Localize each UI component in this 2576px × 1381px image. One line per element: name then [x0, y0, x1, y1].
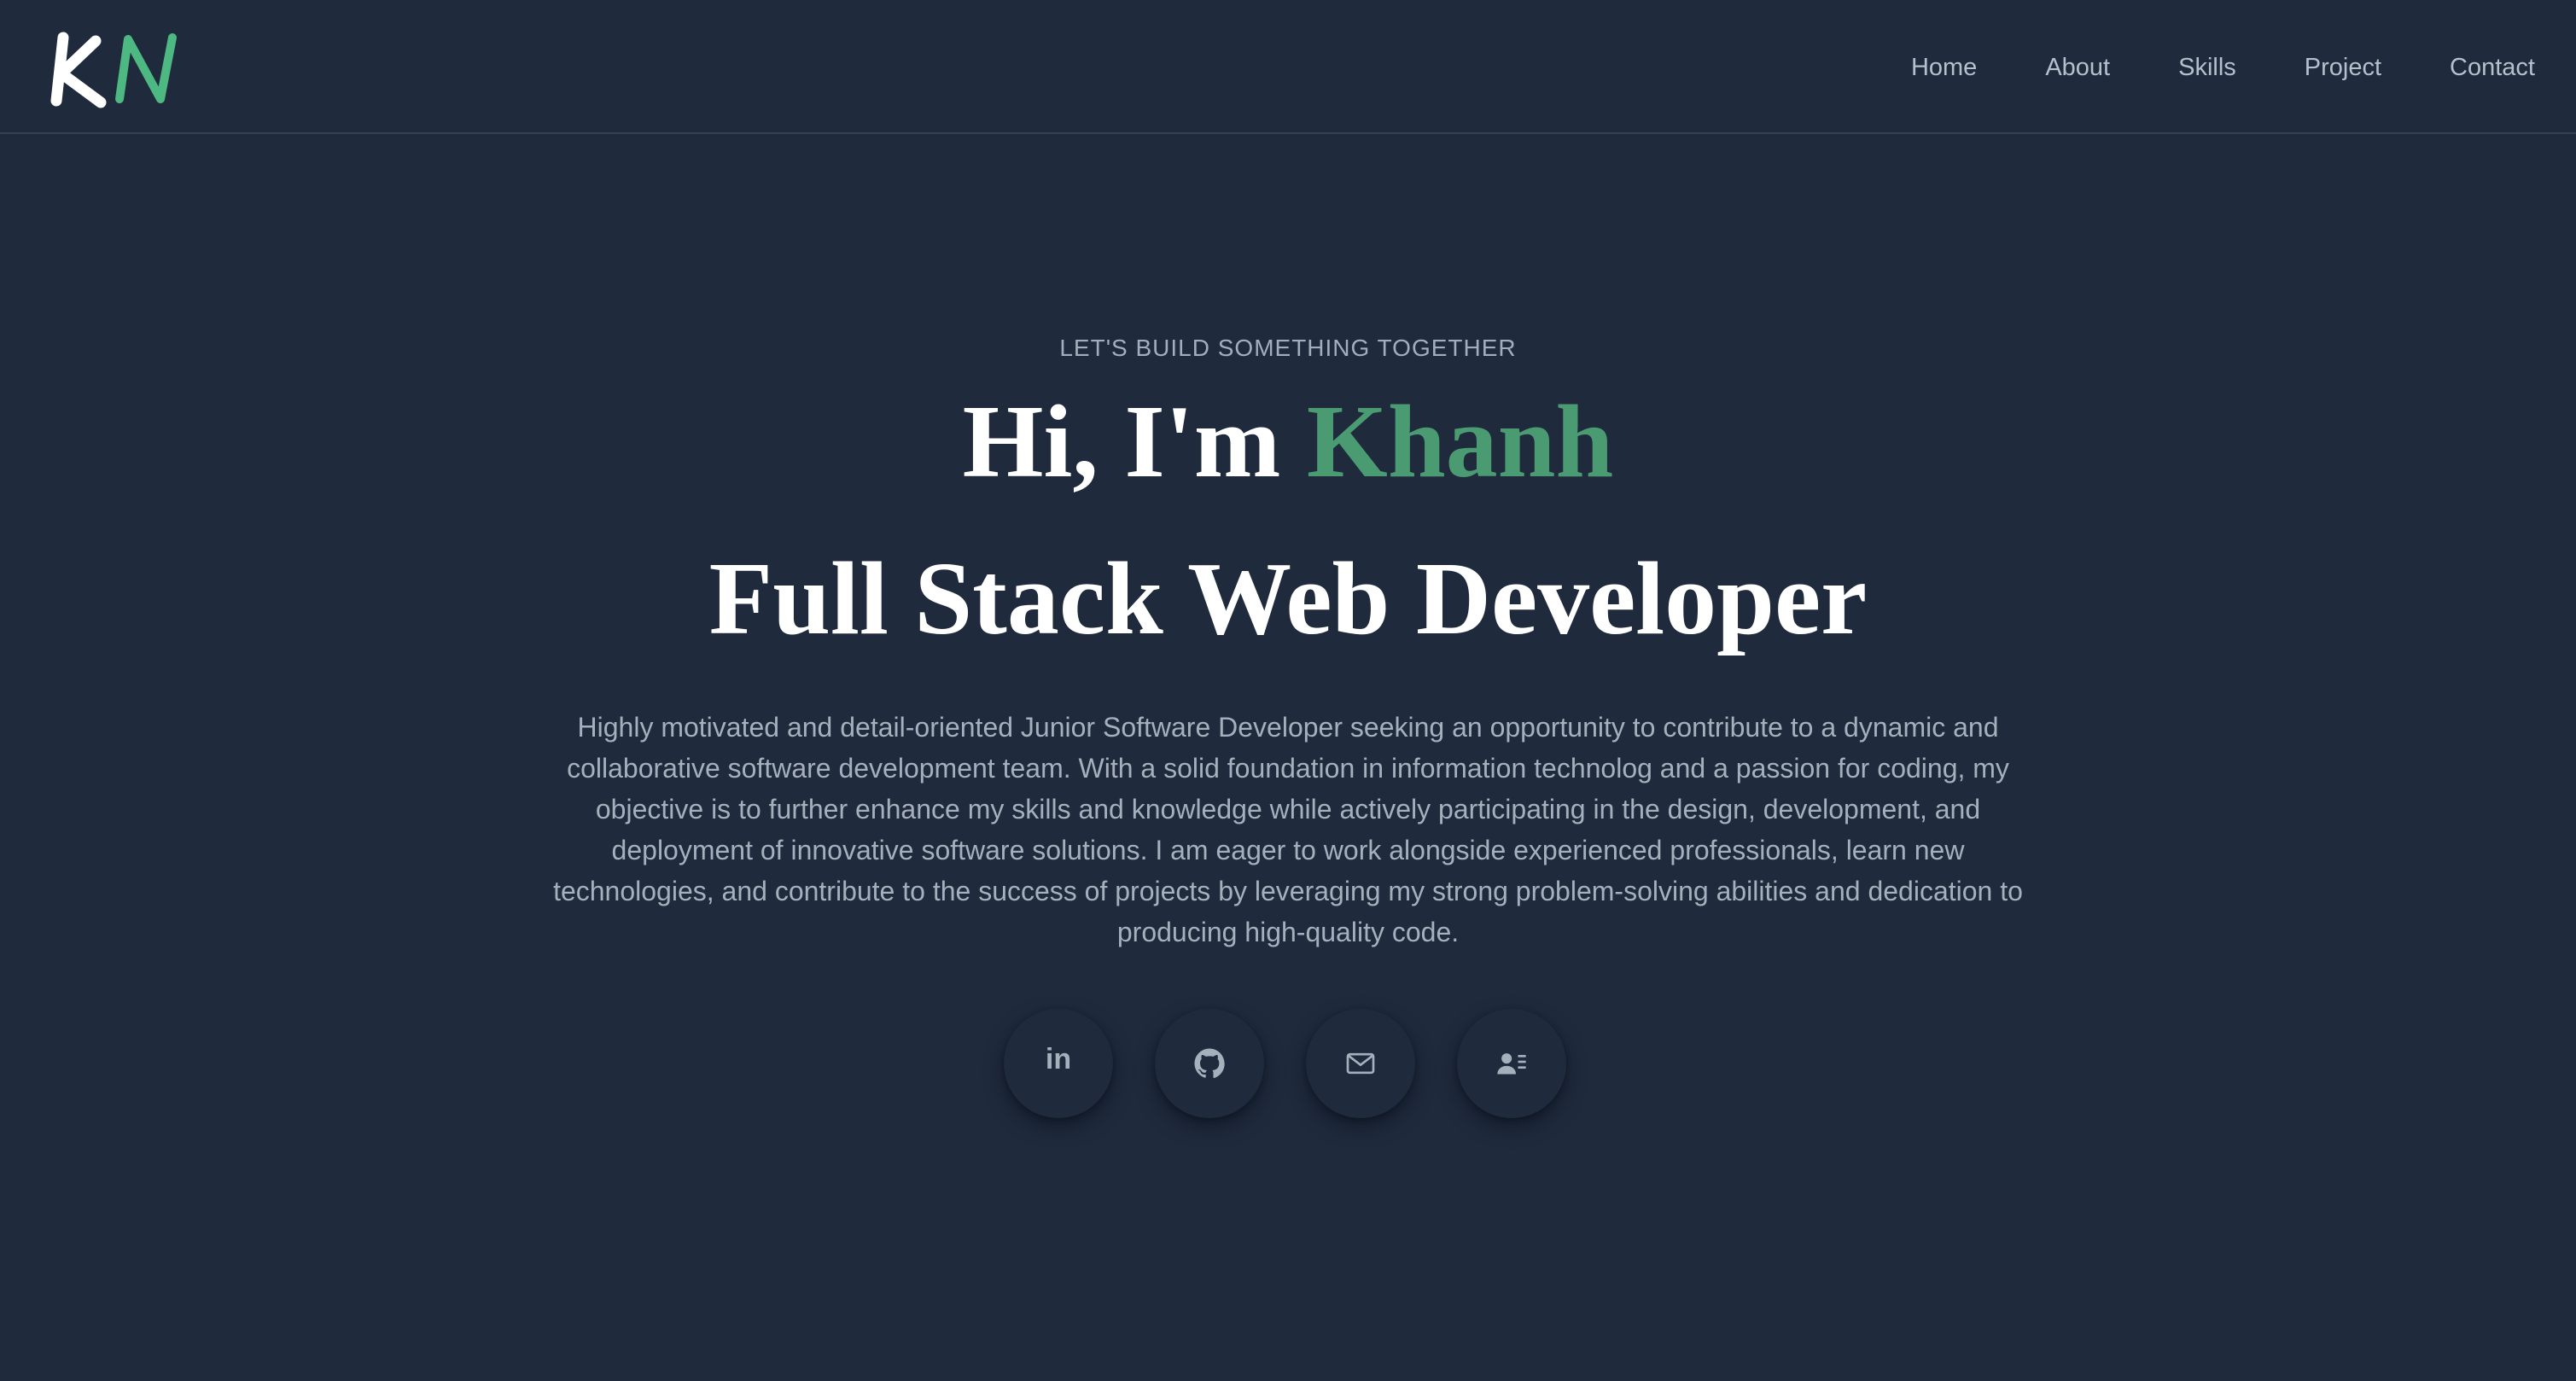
hero-summary: Highly motivated and detail-oriented Jun…: [553, 712, 2023, 947]
hero-role: Full Stack Web Developer: [708, 541, 1868, 656]
nav-home[interactable]: Home: [1911, 46, 1977, 89]
nav-about[interactable]: About: [2045, 46, 2110, 89]
linkedin-icon: in: [1045, 1043, 1072, 1075]
social-links: in: [1004, 1009, 1571, 1120]
nav-contact[interactable]: Contact: [2450, 46, 2535, 89]
greeting-prefix: Hi, I'm: [962, 384, 1307, 499]
hero-greeting: Hi, I'm Khanh: [0, 382, 2576, 502]
logo[interactable]: [50, 31, 186, 109]
greeting-name: Khanh: [1306, 384, 1614, 499]
nav-project[interactable]: Project: [2305, 46, 2381, 89]
github-button[interactable]: [1155, 1009, 1264, 1118]
navbar: Home About Skills Project Contact: [0, 0, 2576, 134]
hero-kicker: LET'S BUILD SOMETHING TOGETHER: [1059, 335, 1517, 361]
contact-card-button[interactable]: [1457, 1009, 1566, 1118]
contact-card-icon: [1497, 1053, 1526, 1075]
github-icon: [1194, 1048, 1225, 1079]
linkedin-button[interactable]: in: [1004, 1009, 1113, 1118]
nav-skills[interactable]: Skills: [2178, 46, 2236, 89]
main-nav: Home About Skills Project Contact: [1843, 46, 2535, 89]
email-button[interactable]: [1306, 1009, 1415, 1118]
mail-icon: [1346, 1052, 1375, 1075]
